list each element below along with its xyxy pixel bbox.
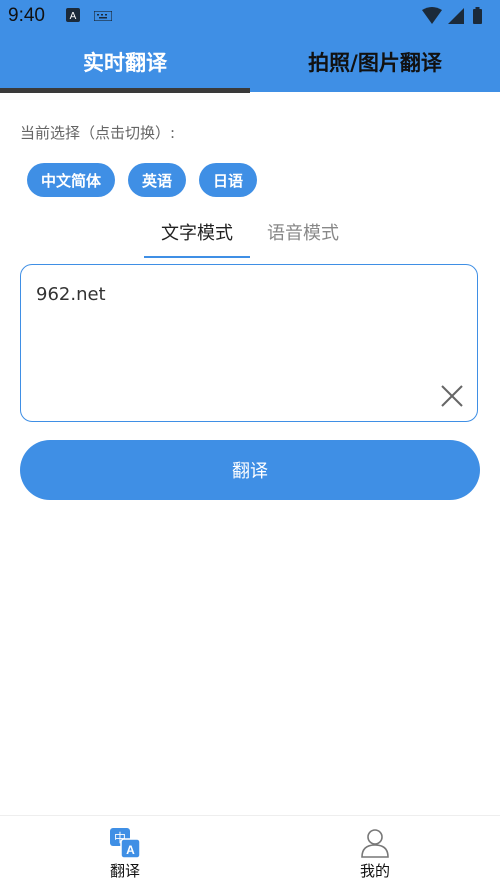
clear-icon[interactable] bbox=[439, 383, 465, 409]
bottom-nav-translate[interactable]: 中 A 翻译 bbox=[0, 816, 250, 890]
language-chip-chinese[interactable]: 中文简体 bbox=[27, 163, 115, 197]
bottom-nav-mine-label: 我的 bbox=[359, 862, 390, 880]
bottom-nav-translate-label: 翻译 bbox=[109, 862, 140, 880]
user-icon bbox=[361, 829, 389, 858]
bottom-nav: 中 A 翻译 我的 bbox=[0, 815, 500, 890]
language-chip-japanese[interactable]: 日语 bbox=[199, 163, 257, 197]
language-prompt: 当前选择（点击切换）: bbox=[20, 124, 176, 142]
language-chip-english[interactable]: 英语 bbox=[128, 163, 186, 197]
status-right-icons bbox=[420, 6, 492, 30]
battery-icon bbox=[473, 7, 482, 24]
tab-photo-translate[interactable]: 拍照/图片翻译 bbox=[250, 32, 500, 92]
wifi-icon bbox=[422, 7, 442, 24]
status-bar: 9:40 A bbox=[0, 0, 500, 32]
translate-button[interactable]: 翻译 bbox=[20, 440, 480, 500]
keyboard-icon bbox=[94, 11, 112, 21]
tab-indicator bbox=[0, 88, 250, 93]
signal-icon bbox=[448, 8, 464, 24]
translate-icon: 中 A bbox=[110, 828, 141, 859]
tab-voice-mode[interactable]: 语音模式 bbox=[250, 216, 356, 248]
svg-text:A: A bbox=[70, 11, 77, 22]
tab-text-mode[interactable]: 文字模式 bbox=[144, 216, 250, 248]
text-input-field[interactable]: 962.net bbox=[20, 264, 478, 422]
tab-realtime-translate[interactable]: 实时翻译 bbox=[0, 32, 250, 92]
app-notification-icon: A bbox=[66, 8, 80, 22]
input-text: 962.net bbox=[36, 284, 106, 305]
svg-text:A: A bbox=[126, 843, 135, 857]
mode-underline bbox=[144, 256, 250, 258]
bottom-nav-mine[interactable]: 我的 bbox=[250, 816, 500, 890]
status-time: 9:40 bbox=[8, 5, 45, 26]
top-tab-bar: 实时翻译 拍照/图片翻译 bbox=[0, 32, 500, 93]
